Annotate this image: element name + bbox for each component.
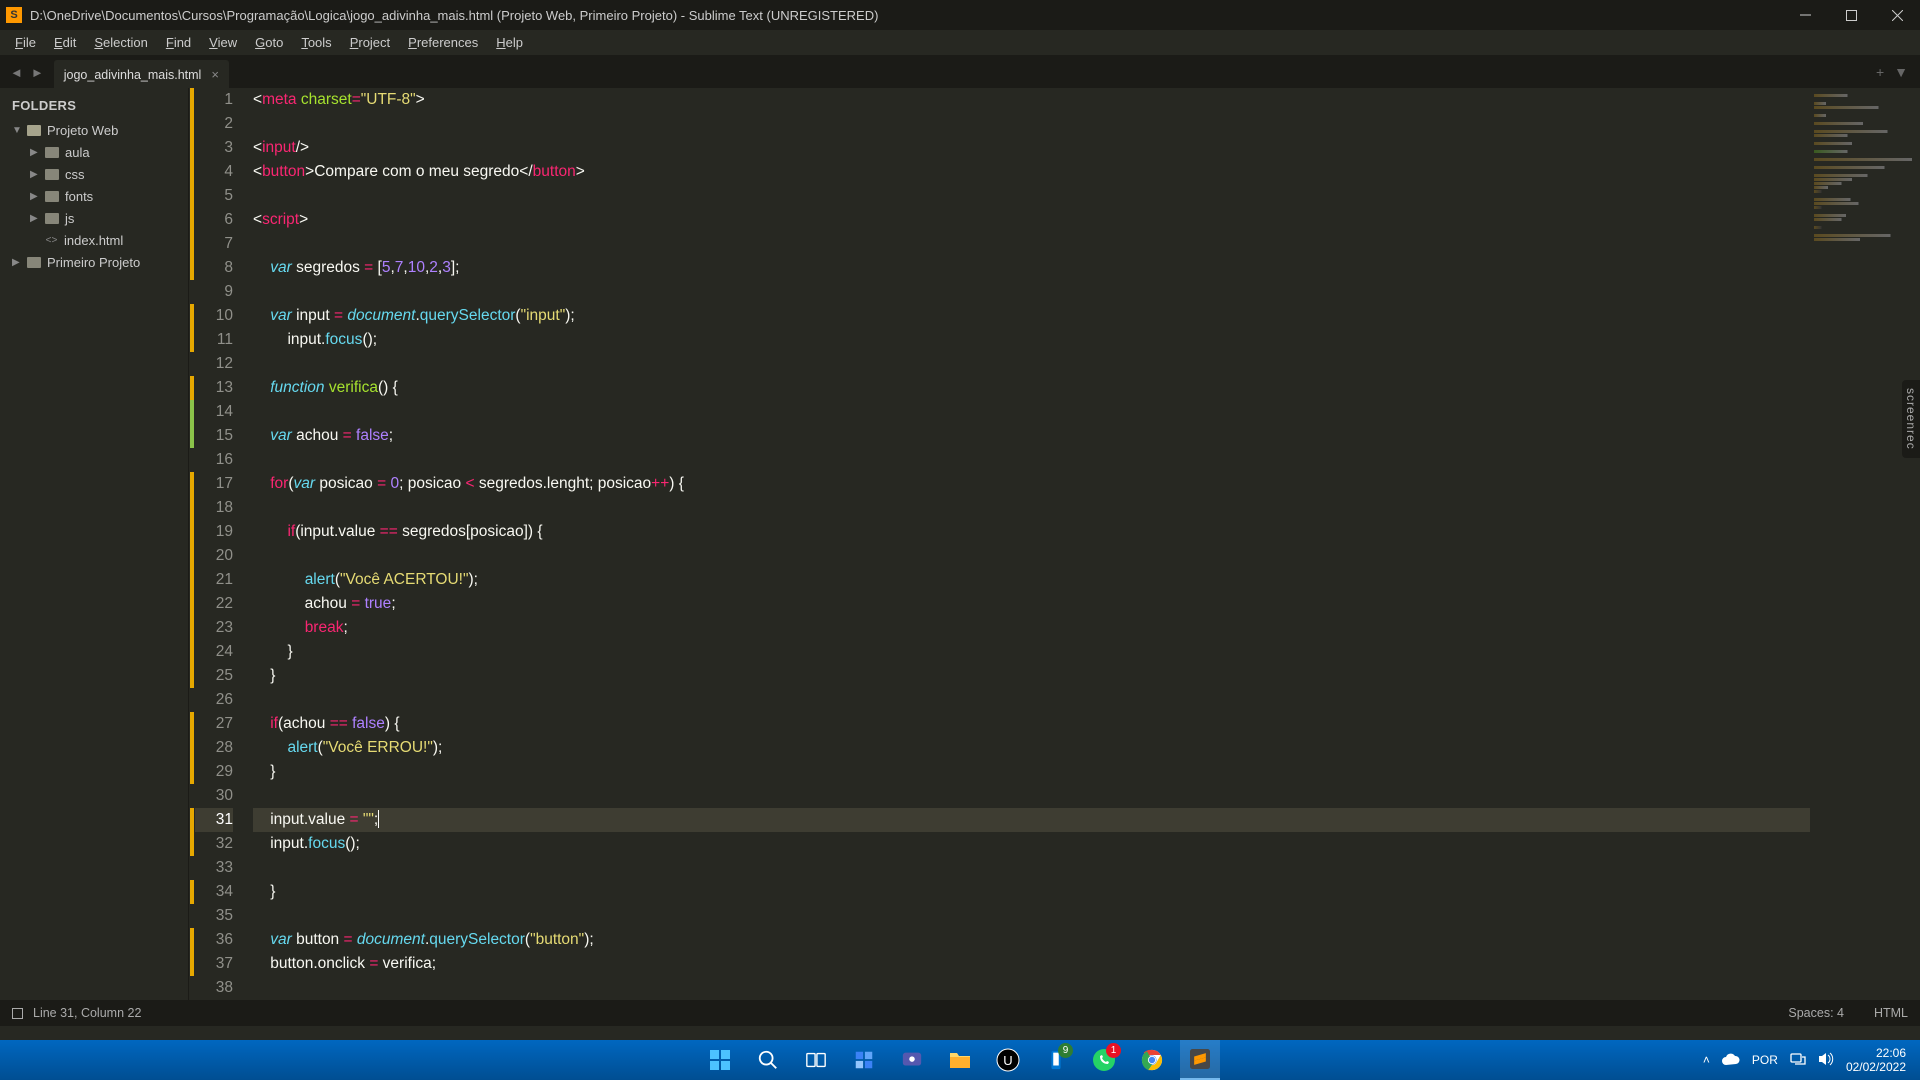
code-editor[interactable]: 1234567891011121314151617181920212223242…: [189, 88, 1920, 1000]
tree-js[interactable]: ▶js: [0, 207, 188, 229]
sublime-icon[interactable]: [1180, 1040, 1220, 1080]
menu-tools[interactable]: Tools: [292, 32, 340, 53]
nav-forward-icon[interactable]: ►: [31, 65, 44, 80]
sidebar-header: FOLDERS: [0, 94, 188, 119]
chrome-icon[interactable]: [1132, 1040, 1172, 1080]
folder-icon: [27, 257, 41, 268]
taskbar-clock[interactable]: 22:06 02/02/2022: [1846, 1046, 1906, 1074]
search-icon[interactable]: [748, 1040, 788, 1080]
phone-link-icon[interactable]: 9: [1036, 1040, 1076, 1080]
status-language[interactable]: HTML: [1874, 1006, 1908, 1020]
whatsapp-icon[interactable]: 1: [1084, 1040, 1124, 1080]
svg-text:U: U: [1003, 1053, 1012, 1068]
menu-view[interactable]: View: [200, 32, 246, 53]
menu-bar: FileEditSelectionFindViewGotoToolsProjec…: [0, 30, 1920, 56]
panel-toggle-icon[interactable]: [12, 1008, 23, 1019]
status-position[interactable]: Line 31, Column 22: [33, 1006, 141, 1020]
window-title: D:\OneDrive\Documentos\Cursos\Programaçã…: [30, 8, 1782, 23]
status-spaces[interactable]: Spaces: 4: [1788, 1006, 1844, 1020]
file-explorer-icon[interactable]: [940, 1040, 980, 1080]
tree-css[interactable]: ▶css: [0, 163, 188, 185]
tab-menu-icon[interactable]: ▼: [1894, 64, 1908, 80]
tab-strip: ◄ ► jogo_adivinha_mais.html × + ▼: [0, 56, 1920, 88]
minimize-button[interactable]: [1782, 0, 1828, 30]
tab-close-icon[interactable]: ×: [211, 67, 219, 82]
folder-icon: [45, 169, 59, 180]
menu-help[interactable]: Help: [487, 32, 532, 53]
tab-active[interactable]: jogo_adivinha_mais.html ×: [54, 60, 229, 88]
close-button[interactable]: [1874, 0, 1920, 30]
unreal-icon[interactable]: U: [988, 1040, 1028, 1080]
badge-phone: 9: [1058, 1043, 1073, 1058]
menu-selection[interactable]: Selection: [85, 32, 156, 53]
nav-back-icon[interactable]: ◄: [10, 65, 23, 80]
folder-icon: [27, 125, 41, 136]
volume-icon[interactable]: [1818, 1052, 1834, 1069]
tree-aula[interactable]: ▶aula: [0, 141, 188, 163]
menu-goto[interactable]: Goto: [246, 32, 292, 53]
menu-preferences[interactable]: Preferences: [399, 32, 487, 53]
minimap[interactable]: [1810, 88, 1920, 1000]
folder-icon: [45, 191, 59, 202]
menu-find[interactable]: Find: [157, 32, 200, 53]
menu-project[interactable]: Project: [341, 32, 399, 53]
folder-icon: [45, 147, 59, 158]
menu-edit[interactable]: Edit: [45, 32, 85, 53]
start-button[interactable]: [700, 1040, 740, 1080]
new-tab-icon[interactable]: +: [1876, 64, 1884, 80]
onedrive-icon[interactable]: [1722, 1053, 1740, 1068]
tree-index.html[interactable]: <>index.html: [0, 229, 188, 251]
sidebar: FOLDERS ▼Projeto Web▶aula▶css▶fonts▶js<>…: [0, 88, 189, 1000]
app-icon: S: [6, 7, 22, 23]
teams-icon[interactable]: [892, 1040, 932, 1080]
taskbar: U 9 1 ˄ POR 22:06 02/02/2022: [0, 1040, 1920, 1080]
tree-primeiro-projeto[interactable]: ▶Primeiro Projeto: [0, 251, 188, 273]
screenrec-tab[interactable]: screenrec: [1902, 380, 1920, 458]
tab-label: jogo_adivinha_mais.html: [64, 68, 202, 82]
task-view-icon[interactable]: [796, 1040, 836, 1080]
title-bar: S D:\OneDrive\Documentos\Cursos\Programa…: [0, 0, 1920, 30]
status-bar: Line 31, Column 22 Spaces: 4 HTML: [0, 1000, 1920, 1026]
badge-whatsapp: 1: [1106, 1043, 1121, 1058]
folder-icon: [45, 213, 59, 224]
tree-projeto-web[interactable]: ▼Projeto Web: [0, 119, 188, 141]
tree-fonts[interactable]: ▶fonts: [0, 185, 188, 207]
network-icon[interactable]: [1790, 1052, 1806, 1069]
widgets-icon[interactable]: [844, 1040, 884, 1080]
menu-file[interactable]: File: [6, 32, 45, 53]
maximize-button[interactable]: [1828, 0, 1874, 30]
tray-chevron-icon[interactable]: ˄: [1703, 1053, 1710, 1067]
tray-language[interactable]: POR: [1752, 1053, 1778, 1067]
file-icon: <>: [45, 234, 58, 247]
